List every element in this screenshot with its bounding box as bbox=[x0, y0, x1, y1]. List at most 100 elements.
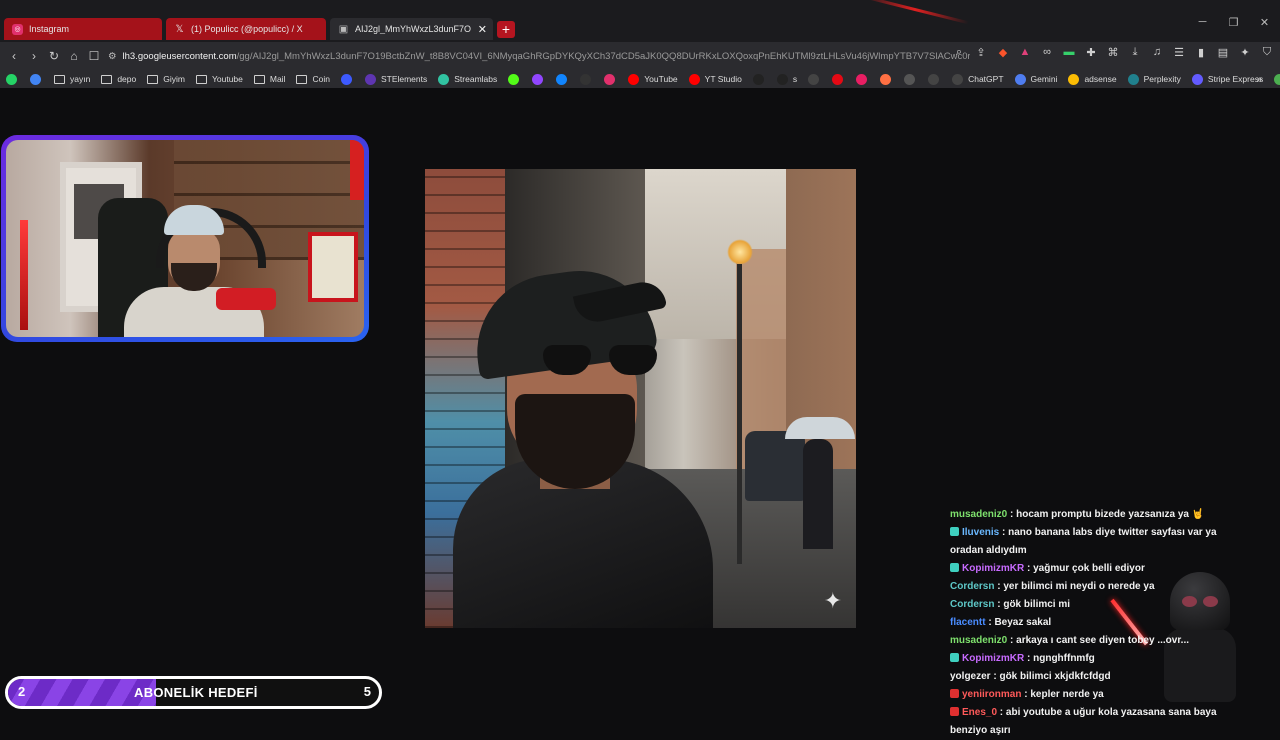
tab-label: Instagram bbox=[29, 24, 70, 34]
chat-badge-icon bbox=[950, 653, 959, 662]
bookmark-item[interactable] bbox=[832, 73, 848, 85]
zoom-icon[interactable]: ⌕ bbox=[948, 46, 970, 59]
bookmark-item[interactable]: Mail bbox=[253, 74, 285, 84]
chat-badge-icon bbox=[950, 563, 959, 572]
forward-icon[interactable]: › bbox=[24, 49, 44, 63]
webcam-feed bbox=[6, 140, 364, 337]
chat-username: flacentt bbox=[950, 617, 986, 628]
puzzle-icon[interactable]: ✚ bbox=[1080, 46, 1102, 59]
download-icon[interactable]: ⤓ bbox=[1124, 46, 1146, 59]
bookmark-item[interactable] bbox=[856, 73, 872, 85]
bookmark-item[interactable] bbox=[508, 73, 524, 85]
bookmark-item[interactable] bbox=[604, 73, 620, 85]
bookmark-item[interactable] bbox=[6, 73, 22, 85]
bookmark-item[interactable]: Gemini bbox=[1014, 73, 1058, 85]
chat-badge-icon bbox=[950, 707, 959, 716]
chat-message: Cordersn : gök bilimci mi bbox=[950, 599, 1071, 610]
bookmark-item[interactable] bbox=[904, 73, 920, 85]
chat-text: kepler nerde ya bbox=[1030, 689, 1104, 700]
chat-username: musadeniz0 bbox=[950, 509, 1008, 520]
generated-portrait-image[interactable]: ✦ bbox=[425, 169, 856, 628]
chat-username: Cordersn bbox=[950, 599, 995, 610]
sidebar-icon[interactable]: ▮ bbox=[1190, 46, 1212, 59]
streamer bbox=[116, 205, 264, 337]
bookmark-item[interactable] bbox=[928, 73, 944, 85]
image-icon: ▣ bbox=[338, 23, 349, 35]
close-tab-icon[interactable]: ✕ bbox=[478, 23, 487, 36]
bookmark-item[interactable]: Coin bbox=[296, 74, 330, 84]
extension-icon[interactable]: ▬ bbox=[1058, 46, 1080, 59]
bookmark-item[interactable] bbox=[752, 73, 769, 85]
bookmark-label: YouTube bbox=[644, 74, 678, 84]
goal-title: ABONELİK HEDEFİ bbox=[134, 685, 258, 700]
bookmark-item[interactable]: Giyim bbox=[147, 74, 185, 84]
bookmark-item[interactable]: Youtube bbox=[195, 74, 243, 84]
subscription-goal-bar: 2 ABONELİK HEDEFİ 5 bbox=[5, 676, 382, 709]
bookmark-item[interactable]: adsense bbox=[1068, 73, 1117, 85]
bookmarks-bar: yayın depo Giyim Youtube Mail Coin STElements S… bbox=[0, 70, 1280, 88]
chat-text: gök bilimci mi bbox=[1003, 599, 1071, 610]
chat-message: KopimizmKR : ngnghffnmfg bbox=[950, 650, 1250, 668]
bookmark-item[interactable]: s bbox=[776, 73, 797, 85]
reading-list-icon[interactable]: ☰ bbox=[1168, 46, 1190, 59]
brave-shield-icon[interactable]: ◆ bbox=[992, 46, 1014, 59]
bookmarks-more-icon[interactable]: » bbox=[1256, 74, 1262, 85]
app-icon bbox=[880, 73, 892, 85]
bookmark-item[interactable]: Streamlabs bbox=[438, 73, 497, 85]
site-info-icon[interactable]: ⚙ bbox=[108, 51, 117, 62]
bookmark-item[interactable] bbox=[30, 73, 46, 85]
url-bar[interactable]: ⚙ lh3.googleusercontent.com /gg/AIJ2gl_M… bbox=[108, 46, 970, 66]
vpn-icon[interactable]: ⛉ bbox=[1256, 46, 1278, 59]
youtube-icon bbox=[628, 73, 640, 85]
red-light bbox=[350, 140, 364, 200]
bookmark-item[interactable] bbox=[532, 73, 548, 85]
back-icon[interactable]: ‹ bbox=[4, 49, 24, 63]
pedestrian bbox=[803, 439, 833, 549]
bookmark-label: yayın bbox=[70, 74, 91, 84]
wall-poster bbox=[308, 232, 358, 302]
leo-icon[interactable]: ✦ bbox=[1234, 46, 1256, 59]
bookmark-label: Giyim bbox=[163, 74, 185, 84]
tab-x-populicc[interactable]: 𝕏 (1) Populicc (@populicc) / X bbox=[166, 18, 326, 40]
bookmark-item[interactable] bbox=[556, 73, 572, 85]
chat-text: hocam promptu bizede yazsanıza ya 🤘 bbox=[1016, 509, 1205, 520]
bookmark-item[interactable]: OyEk bbox=[1274, 73, 1280, 85]
music-icon[interactable]: ♫ bbox=[1146, 46, 1168, 59]
chat-message: musadeniz0 : hocam promptu bizede yazsan… bbox=[950, 509, 1205, 520]
bookmark-item[interactable] bbox=[580, 73, 596, 85]
tab-instagram[interactable]: ◎ Instagram bbox=[4, 18, 162, 40]
bookmark-item[interactable]: depo bbox=[101, 74, 136, 84]
new-tab-button[interactable]: + bbox=[497, 21, 515, 38]
chat-message: Iluvenis : nano banana labs diye twitter… bbox=[950, 527, 1217, 556]
bookmark-label: Youtube bbox=[211, 74, 243, 84]
bookmark-label: Gemini bbox=[1030, 74, 1058, 84]
extension-icon[interactable]: ∞ bbox=[1036, 46, 1058, 59]
chat-username: KopimizmKR bbox=[962, 653, 1025, 664]
brave-rewards-icon[interactable]: ▲ bbox=[1014, 46, 1036, 59]
home-icon[interactable]: ⌂ bbox=[64, 49, 84, 63]
bookmark-item[interactable]: Stripe Express bbox=[1191, 73, 1263, 85]
bookmark-item[interactable]: YT Studio bbox=[688, 73, 742, 85]
bookmark-item[interactable]: yayın bbox=[54, 74, 90, 84]
chat-username: Enes_0 bbox=[962, 707, 998, 718]
bookmark-item[interactable] bbox=[340, 73, 357, 85]
bookmark-item[interactable]: STElements bbox=[364, 73, 427, 85]
bookmark-item[interactable] bbox=[808, 73, 824, 85]
tab-image-active[interactable]: ▣ AIJ2gl_MmYhWxzL3dunF7O19Bc ✕ bbox=[330, 18, 493, 40]
minimize-icon[interactable]: ─ bbox=[1187, 16, 1218, 29]
bookmark-item[interactable]: Perplexity bbox=[1127, 73, 1181, 85]
x-icon: 𝕏 bbox=[175, 23, 184, 35]
bookmark-item[interactable]: YouTube bbox=[628, 73, 678, 85]
close-window-icon[interactable]: ✕ bbox=[1249, 16, 1280, 29]
wallet-icon[interactable]: ▤ bbox=[1212, 46, 1234, 59]
extension-icon[interactable]: ⌘ bbox=[1102, 46, 1124, 59]
bookmark-icon[interactable]: ☐ bbox=[84, 49, 104, 63]
share-icon[interactable]: ⇪ bbox=[970, 46, 992, 59]
bookmark-item[interactable]: ChatGPT bbox=[952, 73, 1004, 85]
bookmark-item[interactable] bbox=[880, 73, 896, 85]
gemini-icon bbox=[1014, 73, 1026, 85]
reload-icon[interactable]: ↻ bbox=[44, 49, 64, 63]
chat-message: KopimizmKR : yağmur çok belli ediyor bbox=[950, 560, 1250, 578]
toolbar-extensions: ⌕ ⇪ ◆ ▲ ∞ ▬ ✚ ⌘ ⤓ ♫ ☰ ▮ ▤ ✦ ⛉ ≡ bbox=[948, 46, 1280, 59]
restore-icon[interactable]: ❐ bbox=[1218, 16, 1249, 29]
